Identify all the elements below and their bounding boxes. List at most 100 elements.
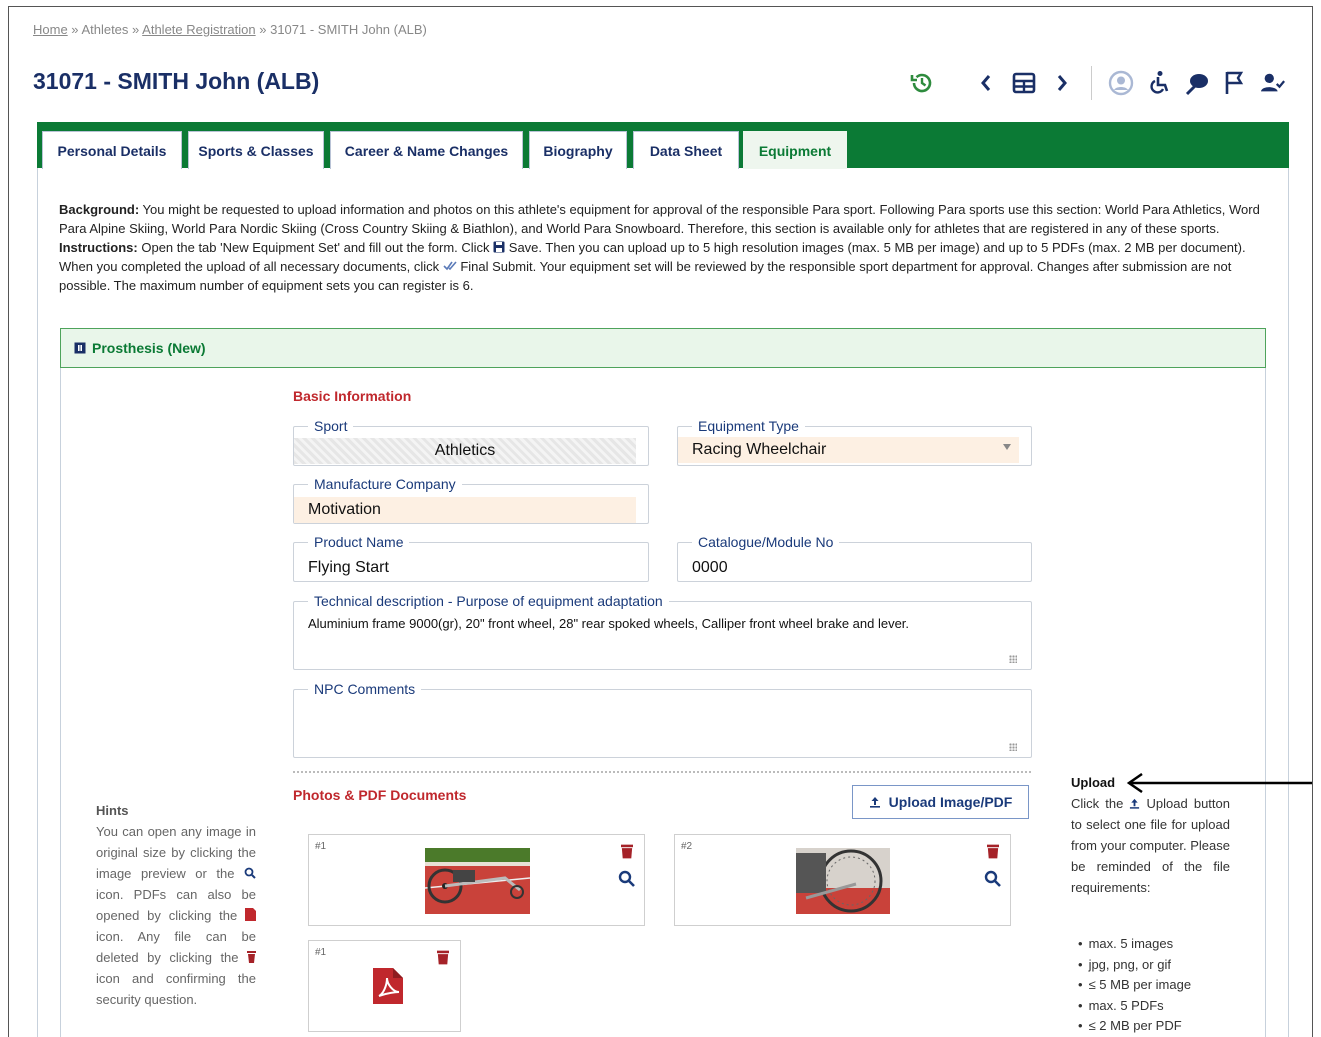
hints-text: icon. Any file can be deleted by clickin… [96,929,256,965]
instructions-text: Open the tab 'New Equipment Set' and fil… [137,240,494,255]
info-text: Background: You might be requested to up… [59,200,1274,295]
catalogue-field[interactable]: Catalogue/Module No 0000 [677,534,1032,582]
toolbar-divider [1091,66,1092,100]
save-word: Save [505,240,539,255]
resize-handle[interactable] [1009,743,1017,751]
sport-value: Athletics [294,438,636,464]
sport-field: Sport Athletics [293,418,649,466]
sport-icon[interactable] [1184,70,1210,96]
upload-button-label: Upload Image/PDF [888,794,1013,810]
manufacturer-input[interactable]: Motivation [294,497,636,523]
hints-text: icon and confirming the security questio… [96,971,256,1007]
save-icon [493,241,505,253]
breadcrumb-registration-link[interactable]: Athlete Registration [142,22,255,37]
history-icon[interactable] [909,70,935,96]
requirement-item: ≤ 2 MB per PDF [1078,1016,1191,1037]
file-number: #1 [315,841,327,852]
section-divider [293,771,1031,773]
instructions-label: Instructions: [59,240,138,255]
upload-help-text: Click the [1071,796,1130,811]
trash-icon [247,951,256,963]
chevron-right-icon[interactable] [1049,70,1075,96]
npc-comments-field[interactable]: NPC Comments [293,681,1032,758]
equipment-set-header[interactable]: Prosthesis (New) [60,328,1266,368]
tab-personal-details[interactable]: Personal Details [42,131,182,169]
equipment-type-selected: Racing Wheelchair [692,441,827,458]
pdf-file-icon [245,908,256,921]
flag-icon[interactable] [1222,70,1248,96]
annotation-arrow-icon [1126,773,1312,793]
zoom-icon[interactable] [618,870,636,888]
chevron-left-icon[interactable] [973,70,999,96]
technical-description-label: Technical description - Purpose of equip… [308,593,669,609]
collapse-icon[interactable] [74,342,86,354]
zoom-icon[interactable] [984,870,1002,888]
equipment-type-value[interactable]: Racing Wheelchair [678,437,1019,463]
trash-icon[interactable] [437,950,449,965]
user-circle-icon[interactable] [1108,70,1134,96]
background-label: Background: [59,202,140,217]
requirement-item: ≤ 5 MB per image [1078,975,1192,996]
image-card: #2 [674,834,1011,926]
trash-icon[interactable] [621,844,633,859]
hints-box: Hints You can open any image in original… [96,800,256,1010]
upload-icon [1130,798,1140,809]
file-number: #1 [315,947,327,958]
trash-icon[interactable] [987,844,999,859]
tab-sports-classes[interactable]: Sports & Classes [188,131,324,169]
hints-text: icon. PDFs can also be opened by clickin… [96,887,256,923]
product-name-field[interactable]: Product Name Flying Start [293,534,649,582]
product-name-label: Product Name [308,534,410,550]
requirements-list: max. 5 images jpg, png, or gif ≤ 5 MB pe… [1078,934,1192,1037]
technical-description-field[interactable]: Technical description - Purpose of equip… [293,593,1032,670]
npc-comments-label: NPC Comments [308,681,422,697]
tab-equipment[interactable]: Equipment [743,131,847,169]
equipment-type-label: Equipment Type [692,418,805,434]
final-submit-word: Final Submit [456,259,533,274]
toolbar [909,66,1286,100]
technical-description-input[interactable]: Aluminium frame 9000(gr), 20" front whee… [308,616,1017,631]
equipment-set-title: Prosthesis (New) [92,340,206,356]
file-number: #2 [681,841,693,852]
search-icon [244,867,256,879]
tab-data-sheet[interactable]: Data Sheet [633,131,739,169]
breadcrumb-athletes: Athletes [81,22,129,37]
pdf-card: #1 [308,940,461,1032]
pdf-icon[interactable] [371,968,403,1004]
image-thumbnail[interactable] [425,848,530,914]
manufacturer-label: Manufacture Company [308,476,462,492]
tab-career-name-changes[interactable]: Career & Name Changes [330,131,523,169]
photos-title: Photos & PDF Documents [293,787,467,803]
product-name-input[interactable]: Flying Start [308,555,634,581]
equipment-type-select[interactable]: Equipment Type Racing Wheelchair [677,418,1032,466]
breadcrumb-home-link[interactable]: Home [33,22,68,37]
tab-bar: Personal Details Sports & Classes Career… [37,122,1289,169]
double-check-icon [443,261,457,271]
user-check-icon[interactable] [1260,70,1286,96]
background-text: You might be requested to upload informa… [59,202,1260,236]
upload-button[interactable]: Upload Image/PDF [852,785,1029,819]
wheelchair-icon[interactable] [1146,70,1172,96]
manufacturer-field[interactable]: Manufacture Company Motivation [293,476,649,524]
catalogue-label: Catalogue/Module No [692,534,840,550]
hints-text: You can open any image in original size … [96,824,256,881]
resize-handle[interactable] [1009,655,1017,663]
requirement-item: max. 5 images [1078,934,1191,955]
grid-icon[interactable] [1011,70,1037,96]
image-card: #1 [308,834,645,926]
dropdown-arrow-icon[interactable] [1003,444,1011,450]
hints-title: Hints [96,803,129,818]
requirement-item: max. 5 PDFs [1078,996,1191,1017]
catalogue-input[interactable]: 0000 [692,555,1017,581]
tab-biography[interactable]: Biography [529,131,627,169]
breadcrumb-separator: » [128,22,143,37]
upload-icon [869,797,880,808]
sport-label: Sport [308,418,354,434]
requirement-item: jpg, png, or gif [1078,955,1191,976]
image-thumbnail[interactable] [796,848,890,914]
breadcrumb-current: 31071 - SMITH John (ALB) [270,22,427,37]
breadcrumb-separator: » [67,22,82,37]
breadcrumb: Home » Athletes » Athlete Registration »… [33,22,427,37]
breadcrumb-separator: » [255,22,271,37]
basic-info-title: Basic Information [293,388,412,404]
